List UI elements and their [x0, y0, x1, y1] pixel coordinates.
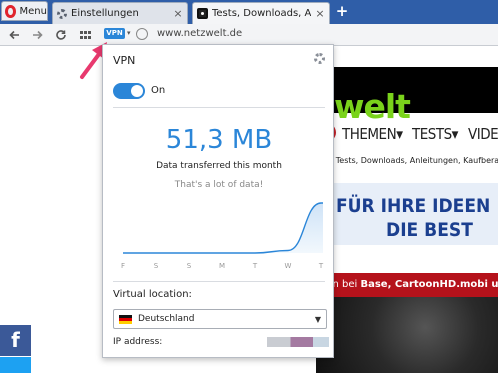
- close-icon[interactable]: ×: [173, 7, 183, 20]
- chevron-down-icon: ▼: [314, 315, 321, 324]
- nav-item-themen[interactable]: THEMEN▾: [342, 125, 403, 143]
- website-area: welt THEMEN▾ TESTS▾ VIDEO ⌂ › Tests, Dow…: [316, 47, 498, 373]
- location-value: Deutschland: [138, 314, 195, 324]
- day-tick-label: S: [187, 262, 192, 270]
- facebook-share-button[interactable]: f: [0, 325, 31, 356]
- vpn-badge-button[interactable]: VPN: [104, 28, 125, 39]
- close-icon[interactable]: ×: [315, 7, 325, 20]
- data-comment: That's a lot of data!: [174, 180, 264, 190]
- ad-headline: FÜR IHRE IDEEN: [336, 195, 491, 217]
- day-tick-label: F: [121, 262, 125, 270]
- twitter-share-button[interactable]: [0, 357, 31, 373]
- vpn-toggle[interactable]: [113, 83, 145, 99]
- day-tick-label: S: [154, 262, 159, 270]
- forward-arrow-icon[interactable]: [30, 28, 44, 42]
- reload-icon[interactable]: [54, 28, 68, 42]
- opera-logo-icon: [5, 4, 16, 18]
- location-label: Virtual location:: [113, 289, 192, 300]
- opera-menu-button[interactable]: Menu: [1, 1, 48, 21]
- popup-title: VPN: [113, 54, 136, 67]
- vpn-popup: VPN On 51,3 MB Data transferred this mon…: [102, 44, 334, 358]
- netzwelt-favicon-icon: [197, 8, 208, 19]
- data-transferred-caption: Data transferred this month: [156, 161, 282, 171]
- tab-strip: Menu Einstellungen × Tests, Downloads, A…: [0, 0, 498, 24]
- ip-address-value-redacted: [267, 337, 329, 347]
- tab-einstellungen[interactable]: Einstellungen ×: [52, 2, 188, 24]
- usage-chart: FSSMTWT: [121, 202, 324, 270]
- tab-title: Einstellungen: [71, 8, 139, 19]
- toggle-state-label: On: [151, 85, 166, 96]
- site-info-icon[interactable]: [136, 28, 148, 40]
- ticker-bold-text: Base, CartoonHD.mobi und: [360, 279, 498, 290]
- gear-icon[interactable]: [314, 53, 325, 64]
- site-nav: THEMEN▾ TESTS▾ VIDEO: [316, 119, 498, 145]
- day-tick-label: M: [219, 262, 225, 270]
- data-transferred-amount: 51,3 MB: [165, 125, 273, 155]
- tab-netzwelt[interactable]: Tests, Downloads, Anleitun ×: [192, 2, 330, 24]
- back-arrow-icon[interactable]: [8, 28, 22, 42]
- menu-label: Menu: [19, 5, 47, 17]
- ad-banner[interactable]: FÜR IHRE IDEEN DIE BEST: [316, 183, 498, 245]
- gear-icon: [57, 8, 67, 19]
- tab-title: Tests, Downloads, Anleitun: [212, 8, 311, 19]
- article-image[interactable]: [316, 297, 498, 373]
- day-tick-label: W: [285, 262, 292, 270]
- nav-item-video[interactable]: VIDEO: [468, 125, 498, 143]
- breadcrumb[interactable]: › Tests, Downloads, Anleitungen, Kaufber…: [330, 156, 498, 165]
- site-header: welt: [316, 67, 498, 126]
- germany-flag-icon: [119, 315, 132, 324]
- chevron-down-icon[interactable]: ▾: [127, 29, 131, 37]
- divider: [113, 281, 325, 282]
- location-select[interactable]: Deutschland ▼: [113, 309, 327, 329]
- toggle-knob: [131, 85, 143, 97]
- address-toolbar: [0, 24, 498, 46]
- divider: [113, 107, 325, 108]
- ip-address-label: IP address:: [113, 337, 163, 347]
- day-tick-label: T: [318, 262, 324, 270]
- nav-item-tests[interactable]: TESTS▾: [412, 125, 458, 143]
- usage-line: [122, 202, 323, 254]
- news-ticker[interactable]: gen bei Base, CartoonHD.mobi und: [316, 273, 498, 297]
- url-field[interactable]: www.netzwelt.de: [157, 28, 242, 39]
- day-tick-label: T: [252, 262, 258, 270]
- ad-subline: DIE BEST: [386, 219, 473, 241]
- new-tab-button[interactable]: +: [334, 3, 350, 19]
- usage-area: [123, 203, 323, 253]
